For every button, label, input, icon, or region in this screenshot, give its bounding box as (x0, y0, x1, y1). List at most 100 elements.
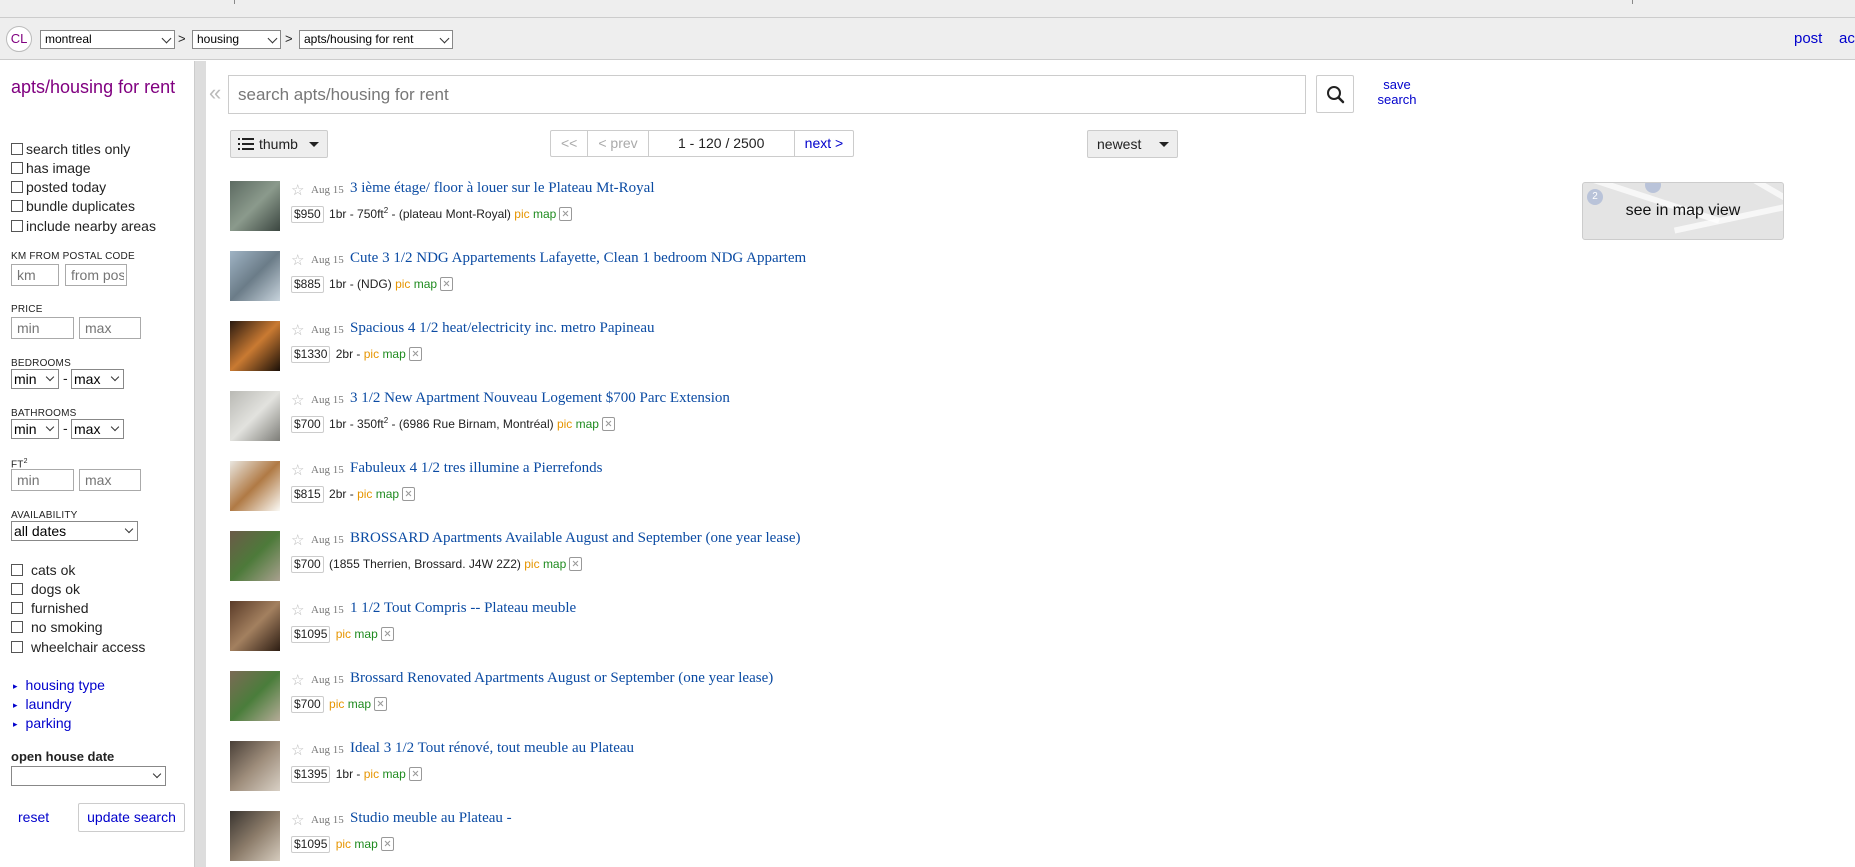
checkbox[interactable] (11, 564, 23, 576)
checkbox[interactable] (11, 621, 23, 633)
listing-thumbnail[interactable] (230, 531, 280, 581)
listing-thumbnail[interactable] (230, 601, 280, 651)
listing-map-link[interactable]: map (576, 417, 599, 431)
listing-thumbnail[interactable] (230, 671, 280, 721)
listing-thumbnail[interactable] (230, 251, 280, 301)
hide-listing-icon[interactable] (380, 837, 394, 851)
listing-title-link[interactable]: Studio meuble au Plateau - (350, 810, 512, 827)
checkbox-furnished[interactable]: furnished (11, 600, 89, 617)
listing-map-link[interactable]: map (376, 487, 399, 501)
checkbox-posted-today[interactable]: posted today (11, 179, 106, 196)
checkbox[interactable] (11, 583, 23, 595)
availability-select[interactable]: all dates (11, 521, 138, 541)
listing-thumbnail[interactable] (230, 181, 280, 231)
km-input[interactable] (11, 264, 59, 286)
listing-thumbnail[interactable] (230, 461, 280, 511)
bedrooms-min-select[interactable]: min (11, 369, 59, 389)
listing-thumbnail[interactable] (230, 321, 280, 371)
listing-map-link[interactable]: map (414, 277, 437, 291)
favorite-star-icon[interactable]: ☆ (291, 321, 304, 339)
listing-title-link[interactable]: Brossard Renovated Apartments August or … (350, 670, 773, 687)
listing-title-link[interactable]: 3 ième étage/ floor à louer sur le Plate… (350, 180, 654, 197)
map-view-button[interactable]: 2 see in map view (1582, 182, 1784, 240)
listing-title-link[interactable]: Spacious 4 1/2 heat/electricity inc. met… (350, 320, 655, 337)
listing-thumbnail[interactable] (230, 391, 280, 441)
search-button[interactable] (1316, 75, 1354, 113)
hide-listing-icon[interactable] (402, 487, 416, 501)
first-page-button[interactable]: << (551, 131, 589, 156)
listing-title-link[interactable]: 3 1/2 New Apartment Nouveau Logement $70… (350, 390, 730, 407)
checkbox[interactable] (11, 200, 23, 212)
reset-button[interactable]: reset (18, 809, 49, 825)
favorite-star-icon[interactable]: ☆ (291, 181, 304, 199)
listing-map-link[interactable]: map (354, 837, 377, 851)
favorite-star-icon[interactable]: ☆ (291, 811, 304, 829)
favorite-star-icon[interactable]: ☆ (291, 741, 304, 759)
checkbox-search-titles-only[interactable]: search titles only (11, 141, 130, 158)
checkbox[interactable] (11, 143, 23, 155)
checkbox[interactable] (11, 220, 23, 232)
listing-title-link[interactable]: Ideal 3 1/2 Tout rénové, tout meuble au … (350, 740, 634, 757)
listing-thumbnail[interactable] (230, 741, 280, 791)
listing-map-link[interactable]: map (533, 207, 556, 221)
checkbox-cats-ok[interactable]: cats ok (11, 562, 75, 579)
checkbox-dogs-ok[interactable]: dogs ok (11, 581, 80, 598)
hide-listing-icon[interactable] (440, 277, 454, 291)
listing-map-link[interactable]: map (354, 627, 377, 641)
expand-housing-type[interactable]: ▸ housing type (13, 677, 105, 693)
bathrooms-min-select[interactable]: min (11, 419, 59, 439)
checkbox[interactable] (11, 162, 23, 174)
listing-map-link[interactable]: map (382, 347, 405, 361)
bathrooms-max-select[interactable]: max (71, 419, 124, 439)
hide-listing-icon[interactable] (380, 627, 394, 641)
sqft-max-input[interactable] (79, 469, 141, 491)
postal-code-input[interactable] (65, 264, 127, 286)
listing-title-link[interactable]: 1 1/2 Tout Compris -- Plateau meuble (350, 600, 576, 617)
listing-map-link[interactable]: map (348, 697, 371, 711)
favorite-star-icon[interactable]: ☆ (291, 671, 304, 689)
listing-map-link[interactable]: map (543, 557, 566, 571)
bedrooms-max-select[interactable]: max (71, 369, 124, 389)
expand-laundry[interactable]: ▸ laundry (13, 696, 71, 712)
favorite-star-icon[interactable]: ☆ (291, 461, 304, 479)
listing-title-link[interactable]: Fabuleux 4 1/2 tres illumine a Pierrefon… (350, 460, 602, 477)
account-link[interactable]: ac (1839, 30, 1855, 47)
hide-listing-icon[interactable] (408, 767, 422, 781)
city-select[interactable]: montreal (40, 30, 175, 49)
view-mode-dropdown[interactable]: thumb (230, 130, 328, 158)
favorite-star-icon[interactable]: ☆ (291, 531, 304, 549)
post-link[interactable]: post (1794, 30, 1822, 47)
listing-title-link[interactable]: BROSSARD Apartments Available August and… (350, 530, 800, 547)
checkbox-wheelchair-access[interactable]: wheelchair access (11, 639, 145, 656)
prev-page-button[interactable]: < prev (588, 131, 649, 156)
checkbox-no-smoking[interactable]: no smoking (11, 619, 103, 636)
sqft-min-input[interactable] (11, 469, 74, 491)
category-select[interactable]: housing (192, 30, 281, 49)
next-page-button[interactable]: next > (795, 131, 854, 156)
checkbox[interactable] (11, 641, 23, 653)
favorite-star-icon[interactable]: ☆ (291, 391, 304, 409)
checkbox-include-nearby-areas[interactable]: include nearby areas (11, 218, 156, 235)
hide-listing-icon[interactable] (408, 347, 422, 361)
subcategory-select[interactable]: apts/housing for rent (299, 30, 453, 49)
listing-title-link[interactable]: Cute 3 1/2 NDG Appartements Lafayette, C… (350, 250, 806, 267)
listing-thumbnail[interactable] (230, 811, 280, 861)
expand-parking[interactable]: ▸ parking (13, 715, 71, 731)
save-search-link[interactable]: save search (1375, 77, 1419, 107)
favorite-star-icon[interactable]: ☆ (291, 601, 304, 619)
search-input[interactable]: search apts/housing for rent (228, 75, 1306, 114)
open-house-select[interactable] (11, 766, 166, 786)
sidebar-divider[interactable] (194, 61, 206, 867)
hide-listing-icon[interactable] (601, 417, 615, 431)
craigslist-logo[interactable]: CL (6, 26, 32, 52)
checkbox-has-image[interactable]: has image (11, 160, 91, 177)
collapse-sidebar-icon[interactable]: « (209, 80, 221, 106)
favorite-star-icon[interactable]: ☆ (291, 251, 304, 269)
hide-listing-icon[interactable] (559, 207, 573, 221)
hide-listing-icon[interactable] (569, 557, 583, 571)
checkbox-bundle-duplicates[interactable]: bundle duplicates (11, 198, 135, 215)
listing-map-link[interactable]: map (382, 767, 405, 781)
checkbox[interactable] (11, 181, 23, 193)
update-search-button[interactable]: update search (78, 803, 185, 832)
price-min-input[interactable] (11, 317, 74, 339)
